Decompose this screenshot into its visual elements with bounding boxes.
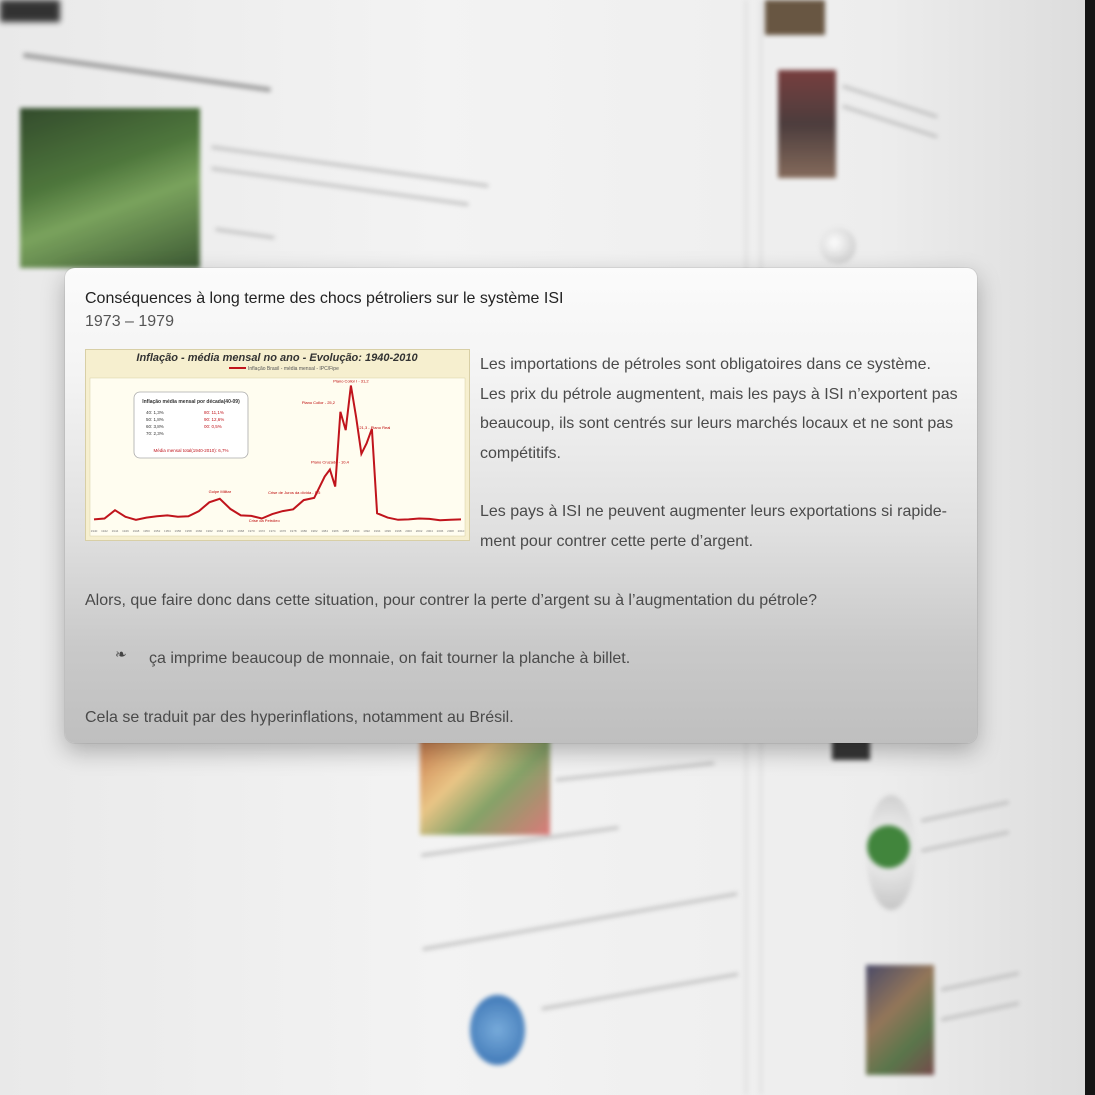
x-tick-label: 1946 bbox=[122, 529, 129, 533]
x-tick-label: 1948 bbox=[133, 529, 140, 533]
bg-text-line bbox=[920, 800, 1010, 823]
x-tick-label: 1986 bbox=[332, 529, 339, 533]
x-tick-label: 1942 bbox=[101, 529, 108, 533]
inset-row: 60: 3,8% bbox=[146, 424, 164, 429]
inflation-chart-svg: Inflação - média mensal no ano - Evoluçã… bbox=[89, 352, 466, 537]
bg-thumb bbox=[765, 0, 825, 35]
x-tick-label: 1940 bbox=[91, 529, 98, 533]
x-tick-label: 2002 bbox=[416, 529, 423, 533]
x-tick-label: 1990 bbox=[353, 529, 360, 533]
inflation-chart: Inflação - média mensal no ano - Evoluçã… bbox=[85, 349, 470, 541]
bg-text-line bbox=[920, 830, 1010, 853]
bg-text-line bbox=[541, 972, 739, 1011]
inset-box: Inflação média mensal por década(40-09) … bbox=[133, 391, 249, 459]
chart-annotation: Plano Cruzado - 10,4 bbox=[311, 460, 350, 465]
x-tick-label: 1998 bbox=[395, 529, 402, 533]
x-tick-label: 1966 bbox=[227, 529, 234, 533]
x-tick-label: 2006 bbox=[437, 529, 444, 533]
x-tick-label: 1952 bbox=[154, 529, 161, 533]
chart-annotation: Golpe Militar bbox=[209, 489, 232, 494]
x-tick-label: 1982 bbox=[311, 529, 318, 533]
bg-text-line bbox=[422, 892, 738, 951]
floral-heart-bullet-icon: ❧ bbox=[115, 646, 127, 662]
bg-text-line bbox=[841, 104, 939, 139]
inset-row: 90: 12,6% bbox=[204, 417, 224, 422]
x-tick-label: 2004 bbox=[426, 529, 433, 533]
bg-text-line bbox=[555, 761, 715, 782]
chart-annotation: Plano Collor I - 31,2 bbox=[333, 379, 369, 384]
x-tick-label: 1984 bbox=[321, 529, 328, 533]
x-tick-label: 1972 bbox=[258, 529, 265, 533]
x-tick-label: 1950 bbox=[143, 529, 150, 533]
x-tick-label: 2010 bbox=[458, 529, 465, 533]
x-tick-label: 1970 bbox=[248, 529, 255, 533]
x-tick-label: 1976 bbox=[279, 529, 286, 533]
x-tick-label: 2000 bbox=[405, 529, 412, 533]
card-title: Conséquences à long terme des chocs pétr… bbox=[85, 290, 564, 307]
x-tick-label: 1964 bbox=[216, 529, 223, 533]
inset-title: Inflação média mensal por década(40-09) bbox=[142, 399, 240, 405]
x-tick-label: 1956 bbox=[175, 529, 182, 533]
x-tick-label: 1980 bbox=[300, 529, 307, 533]
inset-row: 70: 2,3% bbox=[146, 431, 164, 436]
x-tick-label: 1996 bbox=[384, 529, 391, 533]
bg-banknotes-image bbox=[420, 735, 550, 835]
bg-globe-thumb bbox=[820, 228, 856, 264]
bullet-answer: ça imprime beaucoup de monnaie, on fait … bbox=[149, 650, 631, 667]
x-tick-label: 1962 bbox=[206, 529, 213, 533]
right-edge-shadow bbox=[1085, 0, 1095, 1095]
inset-total: Média mensal total(1940-2010): 6,7% bbox=[153, 448, 228, 453]
x-tick-label: 1958 bbox=[185, 529, 192, 533]
bg-article-title bbox=[22, 52, 272, 93]
legend-label: Inflação Brasil - média mensal - IPC/Fip… bbox=[248, 366, 339, 372]
chart-annotation: Plano Collor - 25,2 bbox=[302, 400, 336, 405]
card-years: 1973 – 1979 bbox=[85, 313, 174, 330]
x-tick-label: 1994 bbox=[374, 529, 381, 533]
bg-crowd-image bbox=[866, 965, 934, 1075]
bg-un-logo bbox=[470, 995, 525, 1065]
x-tick-label: 1960 bbox=[196, 529, 203, 533]
x-tick-label: 1954 bbox=[164, 529, 171, 533]
bg-text-line bbox=[940, 1001, 1020, 1022]
inset-row: 00: 0,5% bbox=[204, 424, 222, 429]
paragraph-exports: Les pays à ISI ne peuvent augmenter leur… bbox=[480, 503, 947, 550]
x-tick-label: 1988 bbox=[342, 529, 349, 533]
bg-text-line bbox=[215, 227, 275, 240]
bg-text-line bbox=[940, 971, 1020, 992]
popover-card: Conséquences à long terme des chocs pétr… bbox=[65, 268, 977, 743]
top-left-dark-block bbox=[0, 0, 60, 22]
x-tick-label: 1974 bbox=[269, 529, 276, 533]
x-tick-label: 1944 bbox=[112, 529, 119, 533]
inset-row: 80: 11,1% bbox=[204, 410, 224, 415]
chart-annotation: Crise da Petróleo bbox=[249, 518, 281, 523]
bg-forest-image bbox=[20, 108, 200, 268]
x-tick-label: 1992 bbox=[363, 529, 370, 533]
x-tick-label: 2008 bbox=[447, 529, 454, 533]
chart-title: Inflação - média mensal no ano - Evoluçã… bbox=[136, 352, 418, 364]
x-tick-label: 1968 bbox=[237, 529, 244, 533]
bg-text-line bbox=[211, 166, 469, 207]
chart-annotation: Crise de Juros da dívida - 5,5 bbox=[268, 490, 321, 495]
x-tick-label: 1978 bbox=[290, 529, 297, 533]
bg-thumb bbox=[778, 70, 836, 178]
inset-row: 50: 1,8% bbox=[146, 417, 164, 422]
bg-text-line bbox=[211, 145, 489, 188]
paragraph-imports: Les importations de pétroles sont obliga… bbox=[480, 356, 958, 462]
inset-row: 40: 1,3% bbox=[146, 410, 164, 415]
chart-annotation: 21,3 - Plano Real bbox=[359, 425, 390, 430]
bg-text-line bbox=[841, 84, 939, 119]
paragraph-conclusion: Cela se traduit par des hyperinflations,… bbox=[85, 709, 514, 726]
paragraph-question: Alors, que faire donc dans cette situati… bbox=[85, 592, 818, 609]
bg-south-america-globe bbox=[866, 795, 916, 910]
